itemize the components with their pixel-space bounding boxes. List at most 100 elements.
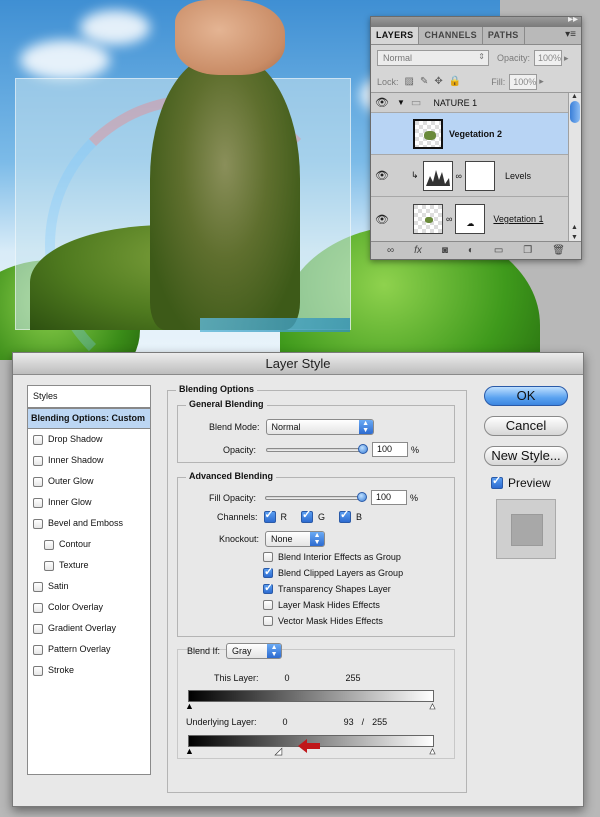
blend-clipped-row[interactable]: Blend Clipped Layers as Group: [263, 565, 403, 578]
checkbox[interactable]: [44, 539, 54, 550]
transparency-shapes-row[interactable]: Transparency Shapes Layer: [263, 581, 391, 594]
style-item-gradient-overlay[interactable]: Gradient Overlay: [28, 618, 150, 639]
style-item-texture[interactable]: Texture: [28, 555, 150, 576]
vector-mask-hides-checkbox[interactable]: [263, 616, 273, 626]
style-item-bevel-emboss[interactable]: Bevel and Emboss: [28, 513, 150, 534]
panel-menu-icon[interactable]: ▾≡: [565, 29, 576, 40]
blend-mode-dropdown[interactable]: Normal ▲ ▼: [265, 419, 374, 435]
scroll-thumb[interactable]: [570, 101, 580, 123]
style-item-contour[interactable]: Contour: [28, 534, 150, 555]
eye-icon[interactable]: 👁: [371, 213, 393, 226]
link-icon[interactable]: ∞: [456, 171, 462, 181]
opacity-input[interactable]: 100: [372, 442, 409, 457]
vector-mask-hides-row[interactable]: Vector Mask Hides Effects: [263, 616, 383, 626]
blend-clipped-checkbox[interactable]: [263, 565, 273, 578]
checkbox[interactable]: [33, 455, 43, 466]
checkbox[interactable]: [33, 518, 43, 529]
layer-mask-hides-checkbox[interactable]: [263, 600, 273, 610]
fill-opacity-label: Fill Opacity:: [209, 492, 257, 503]
blend-mode-select[interactable]: Normal ⇕: [377, 50, 489, 66]
checkbox-label: Transparency Shapes Layer: [278, 584, 391, 594]
checkbox[interactable]: [33, 497, 43, 508]
checkbox[interactable]: [33, 581, 43, 592]
lock-move-icon[interactable]: ✥: [434, 76, 442, 87]
new-group-icon[interactable]: ▭: [494, 245, 503, 256]
opacity-field[interactable]: 100%: [534, 50, 563, 66]
dropdown-arrow-icon[interactable]: ▸: [539, 76, 544, 87]
adjustment-layer-icon[interactable]: ◐: [468, 245, 474, 256]
scroll-up-icon[interactable]: ▲: [571, 93, 578, 100]
checkbox[interactable]: [33, 602, 43, 613]
checkbox[interactable]: [33, 665, 43, 676]
layer-row-adjustment[interactable]: 👁 ↳ ∞ Levels: [371, 155, 568, 197]
preview-row[interactable]: Preview: [491, 474, 551, 490]
blend-interior-row[interactable]: Blend Interior Effects as Group: [263, 552, 401, 562]
checkbox[interactable]: [33, 476, 43, 487]
style-item-outer-glow[interactable]: Outer Glow: [28, 471, 150, 492]
channel-b-checkbox[interactable]: [339, 508, 352, 523]
underlying-black-slider[interactable]: ▲: [185, 747, 194, 756]
link-icon[interactable]: ∞: [446, 214, 452, 224]
dialog-title: Layer Style: [13, 353, 583, 375]
fill-field[interactable]: 100%: [509, 73, 538, 90]
ok-button[interactable]: OK: [484, 386, 568, 406]
tab-layers[interactable]: LAYERS: [371, 27, 420, 44]
underlying-white-slider[interactable]: ▲: [428, 746, 438, 756]
lock-transparent-icon[interactable]: ▨: [405, 76, 414, 87]
layer-row[interactable]: 👁 ∞ ☁ Vegetation 1: [371, 197, 568, 241]
layer-mask-hides-row[interactable]: Layer Mask Hides Effects: [263, 600, 380, 610]
checkbox[interactable]: [44, 560, 54, 571]
underlying-split-slider-left[interactable]: ◢: [275, 746, 283, 756]
style-item-inner-glow[interactable]: Inner Glow: [28, 492, 150, 513]
checkbox[interactable]: [33, 434, 43, 445]
link-layers-icon[interactable]: ∞: [387, 245, 394, 256]
style-item-label: Gradient Overlay: [48, 623, 117, 633]
scroll-up-icon[interactable]: ▲: [571, 224, 578, 231]
fill-opacity-slider[interactable]: [265, 491, 368, 502]
cancel-button[interactable]: Cancel: [484, 416, 568, 436]
checkbox[interactable]: [33, 644, 43, 655]
scrollbar[interactable]: ▲ ▲ ▼: [568, 93, 581, 241]
channel-b-label: B: [356, 512, 363, 522]
blend-if-dropdown[interactable]: Gray ▲ ▼: [226, 643, 283, 659]
style-item-pattern-overlay[interactable]: Pattern Overlay: [28, 639, 150, 660]
preview-checkbox[interactable]: [491, 474, 503, 489]
channel-g-checkbox[interactable]: [301, 508, 314, 523]
style-item-inner-shadow[interactable]: Inner Shadow: [28, 450, 150, 471]
layer-row-selected[interactable]: Vegetation 2: [371, 113, 568, 155]
styles-header[interactable]: Styles: [28, 386, 150, 408]
new-style-button[interactable]: New Style...: [484, 446, 568, 466]
knockout-dropdown[interactable]: None ▲ ▼: [265, 531, 326, 547]
fill-opacity-slider-knob[interactable]: [357, 491, 368, 502]
this-layer-black-slider[interactable]: ▲: [185, 702, 194, 711]
scroll-down-icon[interactable]: ▼: [571, 234, 578, 241]
style-item-blending-options[interactable]: Blending Options: Custom: [28, 408, 150, 429]
eye-icon[interactable]: 👁: [371, 96, 393, 109]
transparency-shapes-checkbox[interactable]: [263, 581, 273, 594]
style-item-stroke[interactable]: Stroke: [28, 660, 150, 681]
blend-interior-checkbox[interactable]: [263, 552, 273, 562]
tab-paths[interactable]: PATHS: [483, 27, 525, 44]
style-item-drop-shadow[interactable]: Drop Shadow: [28, 429, 150, 450]
dropdown-arrow-icon[interactable]: ▸: [564, 53, 569, 64]
panel-titlebar[interactable]: ▸▸: [371, 14, 581, 27]
lock-brush-icon[interactable]: ✎: [420, 76, 428, 87]
layer-row-group[interactable]: 👁 ▼ ▭ NATURE 1: [371, 93, 568, 113]
fx-icon[interactable]: fx: [414, 245, 422, 256]
style-item-satin[interactable]: Satin: [28, 576, 150, 597]
fill-opacity-input[interactable]: 100: [371, 490, 408, 505]
disclosure-triangle-icon[interactable]: ▼: [397, 98, 405, 107]
add-mask-icon[interactable]: ◙: [442, 245, 448, 256]
new-layer-icon[interactable]: ❐: [523, 245, 532, 256]
opacity-slider[interactable]: [266, 443, 369, 454]
eye-icon[interactable]: 👁: [371, 169, 393, 182]
this-layer-white-slider[interactable]: ▲: [428, 701, 438, 711]
trash-icon[interactable]: 🗑: [552, 245, 565, 256]
style-item-color-overlay[interactable]: Color Overlay: [28, 597, 150, 618]
collapse-icon[interactable]: ▸▸: [568, 14, 578, 25]
channel-r-checkbox[interactable]: [263, 508, 276, 523]
tab-channels[interactable]: CHANNELS: [419, 27, 483, 44]
opacity-slider-knob[interactable]: [358, 443, 369, 454]
lock-all-icon[interactable]: 🔒: [449, 76, 461, 87]
checkbox[interactable]: [33, 623, 43, 634]
